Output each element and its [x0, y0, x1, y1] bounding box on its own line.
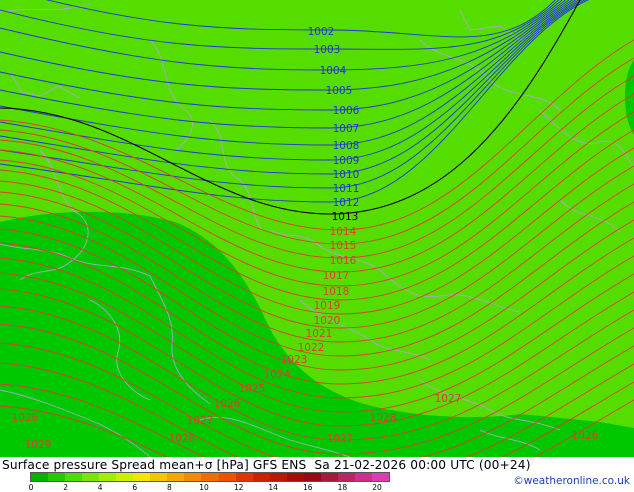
- isobar-label: 1021: [306, 328, 333, 340]
- chart-frame: 1002 1003 1004 1005 1006 1007 1008 1009 1010 1011…: [0, 0, 634, 492]
- isobar-label: 1003: [314, 44, 341, 56]
- color-scale-tick-label: 14: [268, 483, 278, 492]
- color-scale-swatch: [82, 473, 100, 481]
- color-scale-swatch: [354, 473, 372, 481]
- color-scale-tick-label: 4: [97, 483, 103, 492]
- isobar-label: 1014: [330, 226, 357, 238]
- isobar-label: 1012: [333, 197, 360, 209]
- credit-link[interactable]: ©weatheronline.co.uk: [513, 475, 630, 487]
- isobar-label: 1028: [370, 412, 397, 424]
- color-scale-swatch: [320, 473, 338, 481]
- isobar-label: 1009: [333, 155, 360, 167]
- color-scale-swatch: [167, 473, 185, 481]
- isobar-label: 1002: [308, 26, 335, 38]
- color-scale-swatch: [303, 473, 321, 481]
- color-scale-swatch: [133, 473, 151, 481]
- color-scale-swatch: [371, 473, 389, 481]
- isobar-label: 1027: [435, 393, 462, 405]
- color-scale-tick-label: 6: [132, 483, 138, 492]
- isobar-label: 1011: [333, 183, 360, 195]
- isobar-label: 1029: [25, 439, 52, 451]
- isobar-label: 1016: [330, 255, 357, 267]
- color-scale-swatch: [235, 473, 253, 481]
- isobar-label: 1019: [314, 300, 341, 312]
- isobar-label: 1027: [187, 415, 214, 427]
- isobar-label: 1010: [333, 169, 360, 181]
- isobar-label: 1026: [12, 412, 39, 424]
- isobar-label: 1018: [323, 286, 350, 298]
- color-scale-tick-label: 2: [63, 483, 68, 492]
- isobar-label: 1015: [330, 240, 357, 252]
- color-scale-tick-label: 0: [28, 483, 34, 492]
- color-scale-bar: [30, 472, 390, 482]
- isobar-label: 1005: [326, 85, 353, 97]
- color-scale-swatch: [150, 473, 168, 481]
- color-scale-tick-label: 8: [167, 483, 172, 492]
- color-scale-swatch: [252, 473, 270, 481]
- color-scale-swatch: [218, 473, 236, 481]
- isobar-label: 1008: [333, 140, 360, 152]
- isobar-label: 1022: [298, 342, 325, 354]
- color-scale-tick-label: 20: [372, 483, 382, 492]
- color-scale-tick-label: 18: [337, 483, 348, 492]
- color-scale-swatch: [31, 473, 49, 481]
- isobar-label: 1027: [327, 433, 354, 445]
- color-scale-swatch: [116, 473, 134, 481]
- isobar-label: 1024: [264, 369, 291, 381]
- isobar-label: 1026: [214, 398, 241, 410]
- isobar-label: 1017: [323, 270, 350, 282]
- isobar-label: 1023: [281, 354, 308, 366]
- color-scale-swatch: [337, 473, 355, 481]
- isobar-label: 1006: [333, 105, 360, 117]
- map-title: Surface pressure Spread mean+σ [hPa] GFS…: [2, 458, 531, 472]
- isobar-label: 1028: [169, 433, 196, 445]
- isobar-label: 1013: [332, 211, 359, 223]
- color-scale-tick-label: 16: [303, 483, 313, 492]
- isobar-label: 1004: [320, 65, 347, 77]
- color-scale-swatch: [286, 473, 304, 481]
- isobar-label: 1007: [333, 123, 360, 135]
- color-scale-tick-label: 12: [233, 483, 244, 492]
- color-scale-swatch: [99, 473, 117, 481]
- color-scale-tick-label: 10: [199, 483, 209, 492]
- isobar-label: 1020: [314, 315, 341, 327]
- color-scale-swatch: [48, 473, 66, 481]
- isobar-label: 1026: [572, 430, 599, 442]
- color-scale-swatch: [201, 473, 219, 481]
- pressure-map[interactable]: 1002 1003 1004 1005 1006 1007 1008 1009 1010 1011…: [0, 0, 634, 457]
- color-scale-swatch: [65, 473, 83, 481]
- color-scale-swatch: [184, 473, 202, 481]
- isobar-label: 1025: [239, 383, 266, 395]
- color-scale-swatch: [269, 473, 287, 481]
